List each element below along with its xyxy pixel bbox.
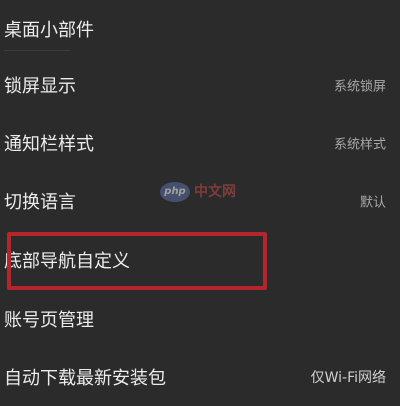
setting-account-page[interactable]: 账号页管理 xyxy=(0,290,400,348)
setting-label: 切换语言 xyxy=(4,192,76,213)
setting-switch-language[interactable]: 切换语言 默认 xyxy=(0,172,400,230)
setting-auto-download[interactable]: 自动下载最新安装包 仅Wi-Fi网络 xyxy=(0,348,400,406)
setting-value: 默认 xyxy=(359,195,386,211)
setting-value: 系统锁屏 xyxy=(333,79,386,95)
setting-value: 系统样式 xyxy=(333,137,386,153)
setting-label: 自动下载最新安装包 xyxy=(4,368,166,389)
setting-label: 桌面小部件 xyxy=(4,20,94,41)
setting-label: 锁屏显示 xyxy=(4,76,76,97)
setting-notification-style[interactable]: 通知栏样式 系统样式 xyxy=(0,114,400,172)
setting-value: 仅Wi-Fi网络 xyxy=(310,370,386,386)
setting-label: 通知栏样式 xyxy=(4,134,94,155)
setting-lockscreen-display[interactable]: 锁屏显示 系统锁屏 xyxy=(0,56,400,114)
setting-label: 底部导航自定义 xyxy=(4,251,130,272)
setting-label: 账号页管理 xyxy=(4,310,94,331)
settings-list: 桌面小部件 锁屏显示 系统锁屏 通知栏样式 系统样式 切换语言 默认 底部导航自… xyxy=(0,0,400,390)
divider xyxy=(4,50,70,51)
setting-bottom-nav-custom[interactable]: 底部导航自定义 xyxy=(0,231,400,289)
